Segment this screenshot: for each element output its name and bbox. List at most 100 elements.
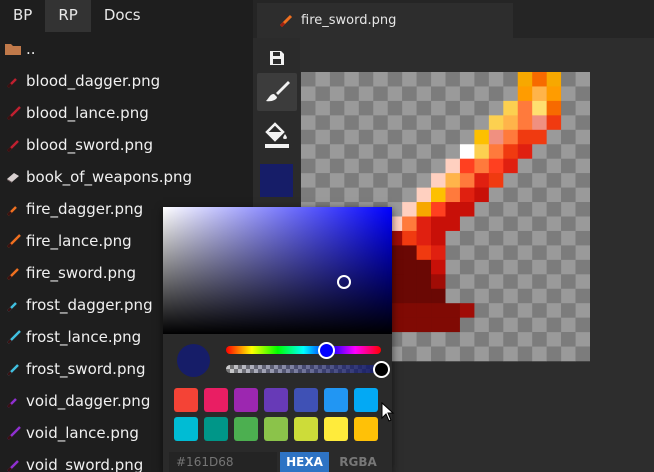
- canvas-pixel: [474, 245, 490, 261]
- canvas-pixel: [532, 346, 547, 362]
- canvas-pixel: [459, 86, 475, 102]
- canvas-pixel: [532, 288, 547, 304]
- tab-docs[interactable]: Docs: [91, 0, 154, 32]
- canvas-pixel: [416, 86, 432, 102]
- hue-slider-handle[interactable]: [318, 341, 336, 359]
- canvas-pixel: [474, 100, 490, 116]
- canvas-pixel: [344, 86, 360, 102]
- hexa-mode-button[interactable]: HEXA: [280, 452, 329, 472]
- canvas-pixel: [503, 158, 519, 174]
- file-item[interactable]: book_of_weapons.png: [0, 161, 253, 193]
- tab-bp[interactable]: BP: [0, 0, 45, 32]
- color-swatch[interactable]: [204, 388, 228, 412]
- fill-tool[interactable]: [257, 116, 297, 154]
- brush-tool[interactable]: [257, 73, 297, 111]
- canvas-pixel: [474, 158, 490, 174]
- book-icon: [7, 173, 19, 183]
- file-item[interactable]: blood_sword.png: [0, 129, 253, 161]
- canvas-pixel: [546, 173, 562, 188]
- color-swatch[interactable]: [264, 417, 288, 441]
- canvas-pixel: [546, 303, 562, 318]
- alpha-slider-handle[interactable]: [372, 360, 390, 378]
- canvas-pixel: [561, 115, 576, 131]
- canvas-pixel: [532, 332, 547, 347]
- save-button[interactable]: [257, 39, 297, 77]
- canvas-pixel: [488, 317, 504, 333]
- editor-tab-label: fire_sword.png: [301, 13, 397, 28]
- saturation-value-handle[interactable]: [336, 274, 351, 289]
- color-swatch[interactable]: [324, 388, 348, 412]
- canvas-pixel: [546, 158, 562, 174]
- canvas-pixel: [445, 317, 461, 333]
- color-picker-popup: HEXA RGBA: [163, 207, 392, 472]
- canvas-pixel: [387, 187, 403, 203]
- file-item-label: blood_lance.png: [26, 104, 149, 122]
- canvas-pixel: [329, 115, 345, 131]
- tab-rp[interactable]: RP: [45, 0, 91, 32]
- color-swatch[interactable]: [204, 417, 228, 441]
- file-item[interactable]: ..: [0, 33, 253, 65]
- editor-tab-fire-sword[interactable]: fire_sword.png: [257, 3, 513, 38]
- canvas-pixel: [575, 72, 590, 87]
- canvas-pixel: [402, 317, 417, 333]
- canvas-pixel: [315, 72, 331, 87]
- canvas-pixel: [503, 86, 519, 102]
- canvas-pixel: [358, 158, 374, 174]
- canvas-pixel: [575, 303, 590, 318]
- canvas-pixel: [488, 115, 504, 131]
- canvas-pixel: [503, 317, 519, 333]
- rgba-mode-button[interactable]: RGBA: [333, 452, 383, 472]
- file-item[interactable]: blood_dagger.png: [0, 65, 253, 97]
- color-swatch[interactable]: [294, 417, 318, 441]
- canvas-pixel: [344, 115, 360, 131]
- canvas-pixel: [532, 274, 547, 290]
- folder-icon: [5, 44, 21, 55]
- canvas-pixel: [488, 274, 504, 290]
- color-swatch[interactable]: [354, 388, 378, 412]
- canvas-pixel: [546, 274, 562, 290]
- color-swatch[interactable]: [234, 388, 258, 412]
- canvas-pixel: [503, 346, 519, 362]
- canvas-pixel: [416, 317, 432, 333]
- canvas-pixel: [546, 259, 562, 275]
- color-swatch[interactable]: [354, 417, 378, 441]
- hex-input[interactable]: [169, 452, 277, 472]
- canvas-pixel: [402, 332, 417, 347]
- file-item[interactable]: blood_lance.png: [0, 97, 253, 129]
- canvas-pixel: [358, 187, 374, 203]
- canvas-pixel: [431, 187, 446, 203]
- canvas-pixel: [459, 346, 475, 362]
- color-swatch[interactable]: [234, 417, 258, 441]
- canvas-pixel: [474, 274, 490, 290]
- color-swatch[interactable]: [294, 388, 318, 412]
- canvas-pixel: [561, 274, 576, 290]
- active-color-swatch[interactable]: [260, 164, 293, 197]
- color-swatch[interactable]: [324, 417, 348, 441]
- canvas-pixel: [445, 332, 461, 347]
- canvas-pixel: [488, 187, 504, 203]
- canvas-pixel: [402, 100, 417, 116]
- canvas-pixel: [445, 202, 461, 217]
- canvas-pixel: [358, 100, 374, 116]
- canvas-pixel: [474, 86, 490, 102]
- canvas-pixel: [373, 158, 388, 174]
- alpha-slider[interactable]: [226, 360, 390, 378]
- canvas-pixel: [344, 187, 360, 203]
- canvas-pixel: [445, 274, 461, 290]
- color-swatch[interactable]: [174, 417, 198, 441]
- canvas-pixel: [445, 72, 461, 87]
- canvas-pixel: [402, 216, 417, 232]
- canvas-pixel: [459, 173, 475, 188]
- color-swatch[interactable]: [174, 388, 198, 412]
- canvas-pixel: [546, 317, 562, 333]
- canvas-pixel: [358, 86, 374, 102]
- canvas-pixel: [532, 317, 547, 333]
- color-swatch[interactable]: [264, 388, 288, 412]
- canvas-pixel: [373, 100, 388, 116]
- saturation-value-area[interactable]: [163, 207, 392, 334]
- canvas-pixel: [488, 216, 504, 232]
- canvas-pixel: [532, 245, 547, 261]
- canvas-pixel: [358, 129, 374, 145]
- hue-slider[interactable]: [226, 341, 381, 359]
- canvas-pixel: [532, 86, 547, 102]
